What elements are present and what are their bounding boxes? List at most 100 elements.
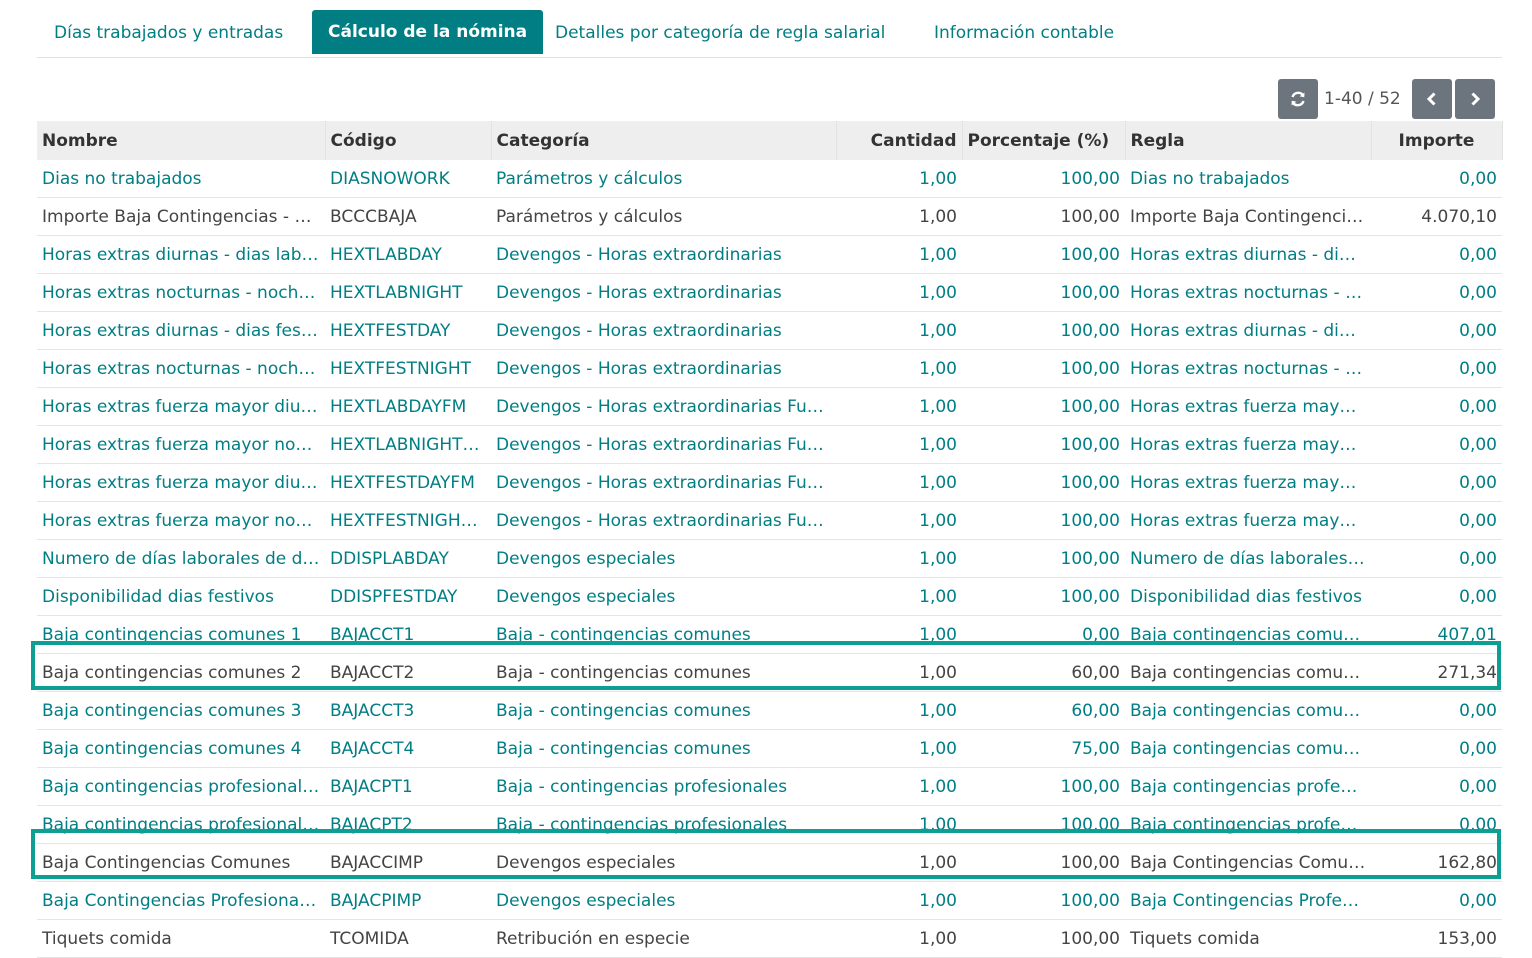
cell-codigo[interactable]: BAJACCT3 [325,691,491,730]
cell-cantidad[interactable]: 1,00 [836,273,962,312]
cell-regla[interactable]: Horas extras nocturnas - noches festivas [1125,349,1371,388]
cell-categoria[interactable]: Baja - contingencias profesionales [491,767,836,806]
cell-codigo[interactable]: BAJACPIMP [325,881,491,920]
table-row[interactable]: Horas extras diurnas - dias festivos HEXT… [37,311,1502,350]
cell-importe[interactable]: 0,00 [1371,387,1502,426]
cell-codigo[interactable]: HEXTFESTDAY [325,311,491,350]
cell-porcentaje[interactable]: 100,00 [962,539,1125,578]
cell-nombre[interactable]: Horas extras nocturnas - noches festivas [37,349,325,388]
cell-regla[interactable]: Baja contingencias comunes 4 [1125,729,1371,768]
cell-regla[interactable]: Horas extras fuerza mayor diurnas labora… [1125,387,1371,426]
cell-cantidad[interactable]: 1,00 [836,387,962,426]
cell-categoria[interactable]: Baja - contingencias comunes [491,691,836,730]
table-row[interactable]: Baja contingencias profesionales 1 BAJACP… [37,767,1502,806]
cell-porcentaje[interactable]: 75,00 [962,729,1125,768]
cell-porcentaje[interactable]: 100,00 [962,387,1125,426]
cell-categoria[interactable]: Retribución en especie [491,919,836,958]
cell-codigo[interactable]: TCOMIDA [325,919,491,958]
column-header-categoria[interactable]: Categoría [491,121,837,160]
cell-nombre[interactable]: Dias no trabajados [37,160,325,198]
cell-regla[interactable]: Disponibilidad dias festivos [1125,577,1371,616]
cell-importe[interactable]: 0,00 [1371,235,1502,274]
cell-cantidad[interactable]: 1,00 [836,501,962,540]
cell-nombre[interactable]: Baja contingencias profesionales 1 [37,767,325,806]
cell-regla[interactable]: Tiquets comida [1125,919,1371,958]
cell-categoria[interactable]: Devengos especiales [491,539,836,578]
cell-categoria[interactable]: Devengos - Horas extraordinarias Fuerza … [491,501,836,540]
cell-cantidad[interactable]: 1,00 [836,197,962,236]
table-row[interactable]: Baja Contingencias Profesionales BAJACPIM… [37,881,1502,920]
cell-codigo[interactable]: BCCCBAJA [325,197,491,236]
tab-informacion-contable[interactable]: Información contable [934,10,1114,57]
cell-porcentaje[interactable]: 100,00 [962,919,1125,958]
cell-categoria[interactable]: Parámetros y cálculos [491,160,836,198]
cell-cantidad[interactable]: 1,00 [836,160,962,198]
cell-nombre[interactable]: Numero de días laborales de disponibilid… [37,539,325,578]
cell-nombre[interactable]: Horas extras fuerza mayor diurnas labora… [37,387,325,426]
cell-nombre[interactable]: Tiquets comida [37,919,325,958]
cell-importe[interactable]: 0,00 [1371,311,1502,350]
cell-regla[interactable]: Baja Contingencias Profesionales [1125,881,1371,920]
cell-importe[interactable]: 0,00 [1371,539,1502,578]
cell-nombre[interactable]: Disponibilidad dias festivos [37,577,325,616]
cell-importe[interactable]: 0,00 [1371,425,1502,464]
cell-nombre[interactable]: Horas extras fuerza mayor nocturnas labo… [37,425,325,464]
cell-importe[interactable]: 0,00 [1371,729,1502,768]
cell-porcentaje[interactable]: 100,00 [962,425,1125,464]
cell-cantidad[interactable]: 1,00 [836,691,962,730]
cell-codigo[interactable]: BAJACPT1 [325,767,491,806]
column-header-porcentaje[interactable]: Porcentaje (%) [962,121,1126,160]
table-row[interactable]: Horas extras fuerza mayor nocturnas labo… [37,425,1502,464]
cell-importe[interactable]: 153,00 [1371,919,1502,958]
cell-categoria[interactable]: Devengos - Horas extraordinarias [491,311,836,350]
tab-detalles-categoria[interactable]: Detalles por categoría de regla salarial [555,10,885,57]
table-row[interactable]: Horas extras fuerza mayor diurnas festiv… [37,463,1502,502]
cell-importe[interactable]: 0,00 [1371,577,1502,616]
cell-codigo[interactable]: HEXTLABNIGHT [325,273,491,312]
cell-codigo[interactable]: DIASNOWORK [325,160,491,198]
cell-cantidad[interactable]: 1,00 [836,311,962,350]
next-page-button[interactable] [1455,79,1495,119]
cell-importe[interactable]: 0,00 [1371,463,1502,502]
table-row[interactable]: Horas extras fuerza mayor nocturnas fest… [37,501,1502,540]
cell-porcentaje[interactable]: 100,00 [962,463,1125,502]
cell-importe[interactable]: 0,00 [1371,767,1502,806]
table-row[interactable]: Horas extras nocturnas - noches festivas… [37,349,1502,388]
cell-porcentaje[interactable]: 100,00 [962,881,1125,920]
tab-calculo-nomina[interactable]: Cálculo de la nómina [312,10,544,54]
cell-categoria[interactable]: Devengos - Horas extraordinarias Fuerza … [491,425,836,464]
cell-regla[interactable]: Importe Baja Contingencias - Baja contin… [1125,197,1371,236]
cell-cantidad[interactable]: 1,00 [836,425,962,464]
cell-codigo[interactable]: HEXTLABDAY [325,235,491,274]
cell-regla[interactable]: Horas extras fuerza mayor nocturnas labo… [1125,425,1371,464]
cell-codigo[interactable]: HEXTFESTNIGHTFM [325,501,491,540]
refresh-button[interactable] [1278,79,1318,119]
cell-importe[interactable]: 0,00 [1371,881,1502,920]
cell-porcentaje[interactable]: 100,00 [962,197,1125,236]
cell-codigo[interactable]: HEXTFESTNIGHT [325,349,491,388]
cell-nombre[interactable]: Importe Baja Contingencias - Baja contin… [37,197,325,236]
table-row[interactable]: Importe Baja Contingencias - Baja contin… [37,197,1502,236]
cell-nombre[interactable]: Horas extras fuerza mayor diurnas festiv… [37,463,325,502]
cell-porcentaje[interactable]: 100,00 [962,577,1125,616]
column-header-nombre[interactable]: Nombre [37,121,326,160]
cell-regla[interactable]: Baja contingencias comunes 3 [1125,691,1371,730]
cell-importe[interactable]: 0,00 [1371,160,1502,198]
cell-importe[interactable]: 4.070,10 [1371,197,1502,236]
cell-porcentaje[interactable]: 100,00 [962,311,1125,350]
cell-cantidad[interactable]: 1,00 [836,349,962,388]
cell-cantidad[interactable]: 1,00 [836,729,962,768]
cell-nombre[interactable]: Baja Contingencias Profesionales [37,881,325,920]
cell-nombre[interactable]: Horas extras diurnas - dias laborables [37,235,325,274]
cell-regla[interactable]: Horas extras fuerza mayor nocturnas fest… [1125,501,1371,540]
cell-nombre[interactable]: Baja contingencias comunes 4 [37,729,325,768]
cell-nombre[interactable]: Horas extras fuerza mayor nocturnas fest… [37,501,325,540]
table-row[interactable]: Baja contingencias comunes 3 BAJACCT3 Baja… [37,691,1502,730]
cell-importe[interactable]: 0,00 [1371,501,1502,540]
column-header-importe[interactable]: Importe [1371,121,1503,160]
table-row[interactable]: Horas extras fuerza mayor diurnas labora… [37,387,1502,426]
cell-regla[interactable]: Horas extras diurnas - dias laborables [1125,235,1371,274]
cell-cantidad[interactable]: 1,00 [836,919,962,958]
cell-categoria[interactable]: Devengos - Horas extraordinarias [491,235,836,274]
previous-page-button[interactable] [1412,79,1452,119]
